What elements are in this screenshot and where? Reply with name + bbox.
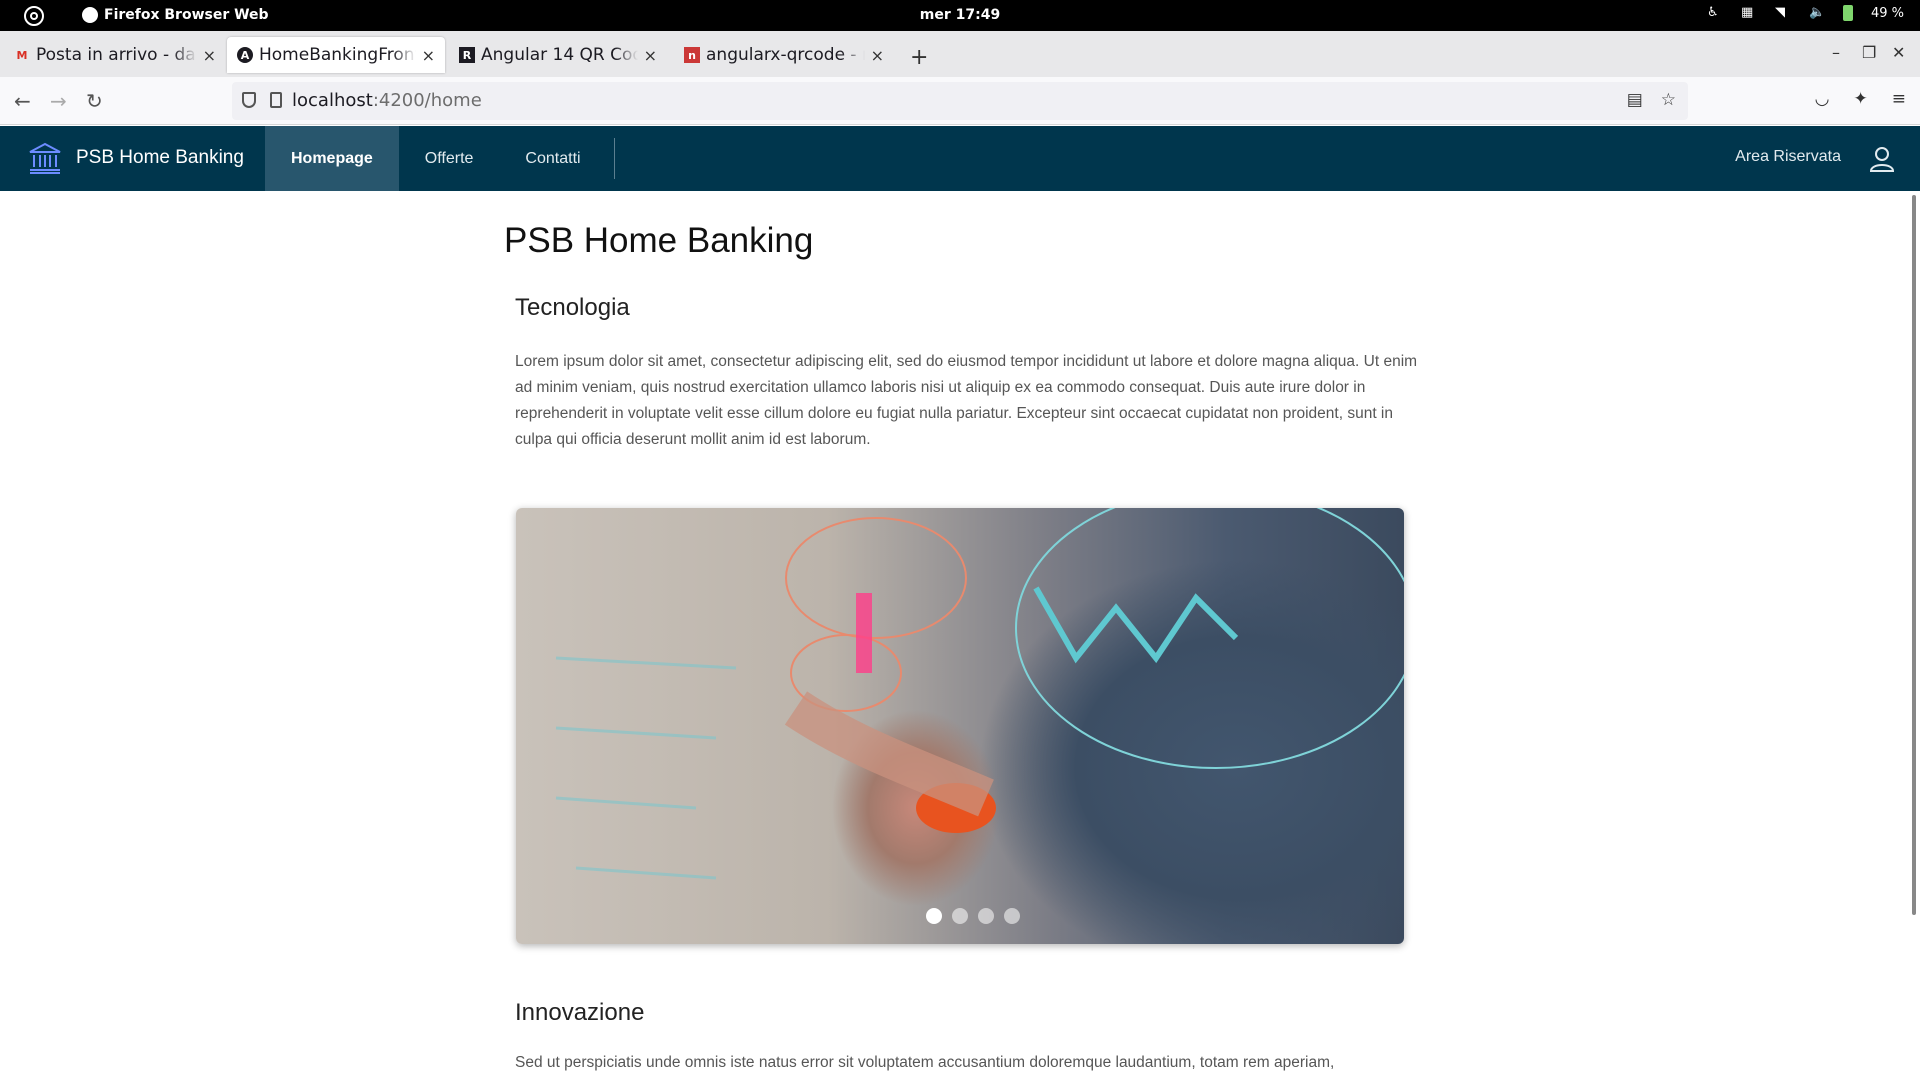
tab-angular-qr[interactable]: R Angular 14 QR Code × <box>449 37 667 73</box>
nav-homepage[interactable]: Homepage <box>265 126 399 191</box>
r-icon: R <box>459 47 475 63</box>
close-window-button[interactable]: ✕ <box>1892 43 1905 62</box>
back-button[interactable]: ← <box>14 89 31 113</box>
accessibility-icon[interactable]: ♿ <box>1707 5 1723 21</box>
tab-label: HomeBankingFrontEnd <box>259 45 416 65</box>
brand-name: PSB Home Banking <box>76 147 244 168</box>
volume-icon: 🔈 <box>1808 5 1826 20</box>
reload-button[interactable]: ↻ <box>86 89 103 113</box>
close-icon[interactable]: × <box>422 46 435 65</box>
image-carousel[interactable] <box>516 508 1404 944</box>
bookmark-star-icon[interactable]: ☆ <box>1661 90 1676 110</box>
tab-label: Angular 14 QR Code <box>481 45 638 65</box>
menu-icon[interactable]: ≡ <box>1892 89 1906 109</box>
gmail-icon: M <box>16 48 28 62</box>
scrollbar-thumb[interactable] <box>1912 195 1916 915</box>
main-nav: Homepage Offerte Contatti <box>265 126 607 191</box>
area-riservata-link[interactable]: Area Riservata <box>1735 148 1841 166</box>
tab-homebanking[interactable]: A HomeBankingFrontEnd × <box>227 37 445 73</box>
carousel-dot[interactable] <box>1004 908 1020 924</box>
battery-level: 49 % <box>1870 5 1904 21</box>
section-text-tecnologia: Lorem ipsum dolor sit amet, consectetur … <box>515 353 1418 448</box>
navigation-toolbar: ← → ↻ localhost:4200/home ▤ ☆ ◡ ✦ ≡ <box>0 77 1920 125</box>
new-tab-button[interactable]: + <box>910 45 928 70</box>
shield-icon[interactable] <box>242 92 256 108</box>
nav-contatti[interactable]: Contatti <box>499 126 606 191</box>
pocket-icon[interactable]: ◡ <box>1815 89 1830 109</box>
angular-icon: A <box>237 47 253 63</box>
reader-view-icon[interactable]: ▤ <box>1627 90 1643 110</box>
os-top-bar: Firefox Browser Web mer 17:49 ♿ ▦ ◥ 🔈 49… <box>0 0 1920 31</box>
close-icon[interactable]: × <box>871 46 884 65</box>
brand[interactable]: PSB Home Banking <box>28 141 244 175</box>
minimize-button[interactable]: – <box>1832 43 1840 62</box>
app-header: PSB Home Banking Homepage Offerte Contat… <box>0 126 1920 191</box>
tab-gmail[interactable]: M Posta in arrivo - davide × <box>4 37 226 73</box>
tab-label: angularx-qrcode - npm <box>706 45 865 65</box>
clock[interactable]: mer 17:49 <box>0 7 1920 23</box>
chip-icon: ▦ <box>1740 5 1754 20</box>
battery-icon <box>1842 5 1853 21</box>
npm-icon: n <box>684 47 700 63</box>
carousel-indicators <box>516 908 1404 924</box>
carousel-dot[interactable] <box>978 908 994 924</box>
page-title: PSB Home Banking <box>504 221 814 260</box>
section-text-innovazione: Sed ut perspiciatis unde omnis iste natu… <box>515 1054 1335 1071</box>
page-icon[interactable] <box>270 92 282 108</box>
section-title-innovazione: Innovazione <box>515 999 645 1026</box>
tab-label: Posta in arrivo - davide <box>36 45 197 65</box>
close-icon[interactable]: × <box>644 46 657 65</box>
wifi-icon: ◥ <box>1774 5 1785 20</box>
url-text[interactable]: localhost:4200/home <box>292 90 482 111</box>
carousel-image <box>516 508 1404 944</box>
nav-divider <box>614 138 615 179</box>
nav-offerte[interactable]: Offerte <box>399 126 500 191</box>
section-title-tecnologia: Tecnologia <box>515 294 630 321</box>
extensions-icon[interactable]: ✦ <box>1854 89 1868 109</box>
forward-button[interactable]: → <box>50 89 67 113</box>
system-tray[interactable]: ♿ ▦ ◥ 🔈 49 % <box>1707 5 1904 21</box>
tab-strip: M Posta in arrivo - davide × A HomeBanki… <box>0 31 1920 77</box>
url-bar[interactable]: localhost:4200/home ▤ ☆ <box>232 82 1688 120</box>
carousel-dot[interactable] <box>952 908 968 924</box>
tab-npm[interactable]: n angularx-qrcode - npm × <box>674 37 894 73</box>
bank-icon <box>29 142 61 174</box>
user-icon[interactable] <box>1870 146 1894 172</box>
carousel-dot[interactable] <box>926 908 942 924</box>
close-icon[interactable]: × <box>203 46 216 65</box>
page-content: PSB Home Banking Tecnologia Lorem ipsum … <box>0 191 1905 1080</box>
restore-button[interactable]: ❐ <box>1862 43 1876 62</box>
